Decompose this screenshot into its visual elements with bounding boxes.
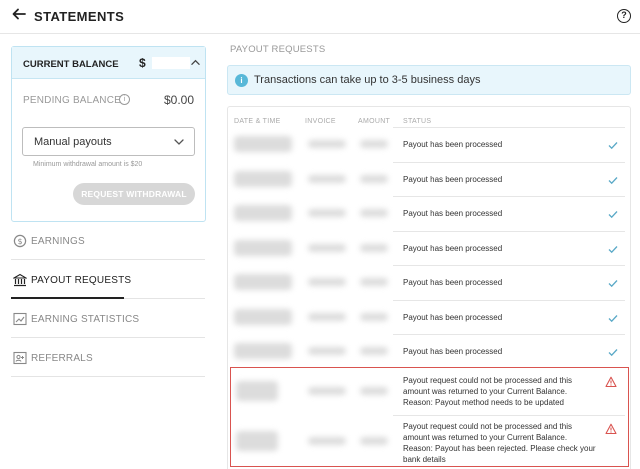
- status-text: Payout has been processed: [403, 347, 503, 356]
- column-header-amount: AMOUNT: [358, 118, 391, 125]
- pending-balance-label: PENDING BALANCE: [23, 95, 122, 106]
- dollar-circle-icon: $: [13, 234, 27, 248]
- check-icon: [608, 349, 618, 357]
- column-header-status: STATUS: [403, 118, 432, 125]
- status-text-line: amount was returned to your Current Bala…: [403, 433, 568, 442]
- table-row[interactable]: Payout has been processed: [228, 265, 630, 300]
- status-text-line: Reason: Payout has been rejected. Please…: [403, 444, 596, 453]
- bank-icon: [13, 273, 27, 287]
- payout-method-select[interactable]: Manual payouts: [22, 127, 195, 156]
- status-text: Payout has been processed: [403, 175, 503, 184]
- table-row[interactable]: Payout has been processed: [228, 196, 630, 231]
- chart-icon: [13, 312, 27, 326]
- column-header-date: DATE & TIME: [234, 118, 281, 125]
- minimum-withdrawal-note: Minimum withdrawal amount is $20: [33, 161, 143, 168]
- svg-text:$: $: [17, 237, 22, 246]
- info-icon: i: [235, 74, 248, 87]
- active-tab-indicator: [11, 297, 124, 299]
- status-text: Payout has been processed: [403, 209, 503, 218]
- request-withdrawal-button[interactable]: REQUEST WITHDRAWAL: [73, 183, 195, 205]
- check-icon: [608, 246, 618, 254]
- table-row[interactable]: Payout has been processed: [228, 162, 630, 196]
- info-icon[interactable]: i: [119, 94, 130, 105]
- chevron-down-icon: [174, 139, 184, 145]
- table-row[interactable]: Payout has been processed: [228, 300, 630, 334]
- status-text: Payout has been processed: [403, 140, 503, 149]
- table-row[interactable]: Payout request could not be processed an…: [228, 369, 630, 415]
- check-icon: [608, 142, 618, 150]
- nav-earning-statistics-label: EARNING STATISTICS: [31, 314, 140, 325]
- currency-symbol: $: [139, 56, 146, 70]
- status-text-line: amount was returned to your Current Bala…: [403, 387, 568, 396]
- column-header-invoice: INVOICE: [305, 118, 336, 125]
- nav-referrals[interactable]: REFERRALS: [11, 339, 205, 377]
- referral-icon: [13, 351, 27, 365]
- check-icon: [608, 177, 618, 185]
- payout-requests-table: DATE & TIME INVOICE AMOUNT STATUS Payout…: [227, 106, 631, 469]
- notice-text: Transactions can take up to 3-5 business…: [254, 74, 481, 86]
- status-text-line: bank details: [403, 455, 446, 464]
- check-icon: [608, 315, 618, 323]
- nav-payout-requests-label: PAYOUT REQUESTS: [31, 275, 132, 286]
- balance-card: CURRENT BALANCE $ PENDING BALANCE i $0.0…: [11, 46, 206, 222]
- warning-icon: [605, 423, 617, 435]
- chevron-up-icon[interactable]: [191, 58, 200, 67]
- nav-referrals-label: REFERRALS: [31, 353, 93, 364]
- check-icon: [608, 211, 618, 219]
- nav-earnings-label: EARNINGS: [31, 236, 85, 247]
- warning-icon: [605, 376, 617, 388]
- current-balance-header[interactable]: CURRENT BALANCE $: [12, 47, 205, 79]
- table-row[interactable]: Payout request could not be processed an…: [228, 415, 630, 468]
- page-title: STATEMENTS: [34, 9, 125, 24]
- status-text-line: Payout request could not be processed an…: [403, 376, 572, 385]
- nav-earning-statistics[interactable]: EARNING STATISTICS: [11, 300, 205, 338]
- status-text: Payout has been processed: [403, 278, 503, 287]
- question-shield-icon[interactable]: ?: [617, 9, 631, 23]
- current-balance-label: CURRENT BALANCE: [23, 59, 119, 70]
- arrow-left-icon[interactable]: [11, 6, 29, 26]
- check-icon: [608, 280, 618, 288]
- balance-value-hidden: [152, 57, 190, 69]
- top-bar: STATEMENTS ?: [0, 0, 640, 34]
- info-notice: i Transactions can take up to 3-5 busine…: [227, 65, 631, 95]
- status-text-line: Reason: Payout method needs to be update…: [403, 398, 565, 407]
- status-text-line: Payout request could not be processed an…: [403, 422, 572, 431]
- nav-payout-requests[interactable]: PAYOUT REQUESTS: [11, 261, 205, 299]
- table-row[interactable]: Payout has been processed: [228, 231, 630, 265]
- pending-balance-value: $0.00: [163, 93, 194, 107]
- status-text: Payout has been processed: [403, 313, 503, 322]
- status-text: Payout has been processed: [403, 244, 503, 253]
- table-row[interactable]: Payout has been processed: [228, 127, 630, 162]
- table-row[interactable]: Payout has been processed: [228, 334, 630, 369]
- payout-method-value: Manual payouts: [34, 136, 112, 148]
- nav-earnings[interactable]: $ EARNINGS: [11, 222, 205, 260]
- section-title: PAYOUT REQUESTS: [230, 44, 326, 55]
